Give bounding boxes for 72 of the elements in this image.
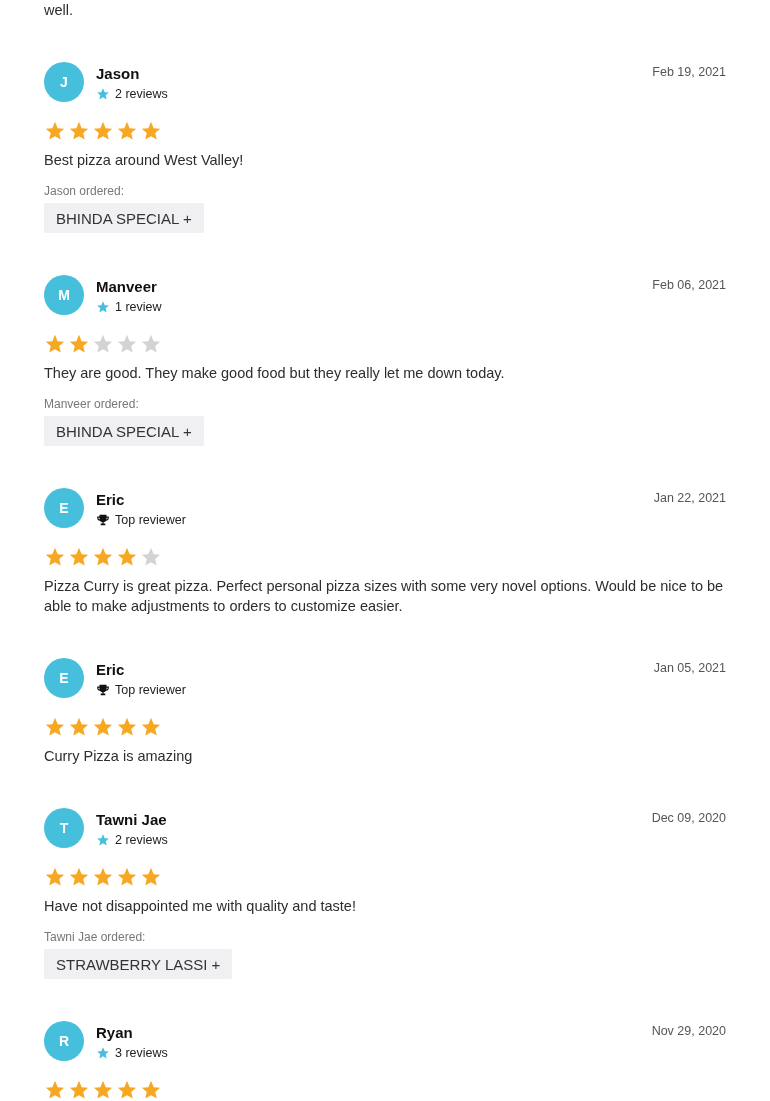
star-icon — [68, 866, 90, 888]
star-icon — [116, 866, 138, 888]
review-date: Nov 29, 2020 — [651, 1024, 726, 1038]
star-icon — [140, 333, 162, 355]
reviewer-badge-label: Top reviewer — [115, 683, 186, 697]
ordered-label: Tawni Jae ordered: — [44, 929, 147, 945]
star-icon — [44, 546, 66, 568]
star-icon — [140, 716, 162, 738]
star-icon — [68, 120, 90, 142]
star-icon — [68, 716, 90, 738]
star-icon — [44, 120, 66, 142]
trophy-icon — [96, 683, 110, 697]
review-text: They are good. They make good food but they really let me down today. — [44, 364, 506, 383]
reviewer-badge-label: 3 reviews — [115, 1046, 168, 1060]
avatar: R — [44, 1021, 84, 1061]
ordered-label: Manveer ordered: — [44, 396, 140, 412]
ordered-item-chip[interactable]: STRAWBERRY LASSI + — [44, 949, 233, 979]
star-icon — [116, 333, 138, 355]
review-date: Dec 09, 2020 — [651, 811, 726, 825]
star-icon — [68, 546, 90, 568]
avatar: E — [44, 488, 84, 528]
avatar: T — [44, 808, 84, 848]
avatar: E — [44, 658, 84, 698]
review-text: Pizza Curry is great pizza. Perfect personal pizza sizes with some very novel options. Would be nice to be able to make adjustments to orders to customize easier. — [44, 577, 725, 616]
star-icon — [92, 333, 114, 355]
star-icon — [44, 1079, 66, 1101]
star-icon — [116, 120, 138, 142]
star-icon — [92, 716, 114, 738]
avatar: J — [44, 62, 84, 102]
star-icon — [96, 300, 110, 314]
avatar: M — [44, 275, 84, 315]
star-icon — [44, 866, 66, 888]
review-date: Feb 06, 2021 — [652, 278, 726, 292]
review-date: Jan 05, 2021 — [653, 661, 726, 675]
reviewer-badge-label: 2 reviews — [115, 833, 168, 847]
star-icon — [140, 1079, 162, 1101]
star-icon — [116, 716, 138, 738]
star-icon — [116, 546, 138, 568]
review-date: Feb 19, 2021 — [652, 65, 726, 79]
ordered-label: Jason ordered: — [44, 183, 126, 199]
reviewer-badge-label: Top reviewer — [115, 513, 186, 527]
star-icon — [96, 1046, 110, 1060]
review-text: well. — [44, 1, 74, 20]
reviewer-name: Jason — [96, 64, 141, 84]
star-icon — [68, 333, 90, 355]
reviewer-name: Eric — [96, 660, 126, 680]
reviewer-name: Tawni Jae — [96, 810, 168, 830]
reviewer-badge-label: 2 reviews — [115, 87, 168, 101]
star-icon — [140, 866, 162, 888]
reviewer-name: Manveer — [96, 277, 158, 297]
review-date: Jan 22, 2021 — [653, 491, 726, 505]
ordered-item-chip[interactable]: BHINDA SPECIAL + — [44, 203, 204, 233]
star-icon — [96, 87, 110, 101]
star-icon — [96, 833, 110, 847]
reviewer-badge-label: 1 review — [115, 300, 162, 314]
reviewer-name: Ryan — [96, 1023, 134, 1043]
star-icon — [92, 866, 114, 888]
star-icon — [140, 546, 162, 568]
star-icon — [44, 333, 66, 355]
star-icon — [68, 1079, 90, 1101]
star-icon — [44, 716, 66, 738]
trophy-icon — [96, 513, 110, 527]
reviewer-name: Eric — [96, 490, 126, 510]
ordered-item-chip[interactable]: BHINDA SPECIAL + — [44, 416, 204, 446]
star-icon — [92, 546, 114, 568]
review-text: Best pizza around West Valley! — [44, 151, 245, 170]
review-text: Curry Pizza is amazing — [44, 747, 194, 766]
review-text: Have not disappointed me with quality and taste! — [44, 897, 357, 916]
star-icon — [116, 1079, 138, 1101]
star-icon — [92, 120, 114, 142]
star-icon — [140, 120, 162, 142]
star-icon — [92, 1079, 114, 1101]
